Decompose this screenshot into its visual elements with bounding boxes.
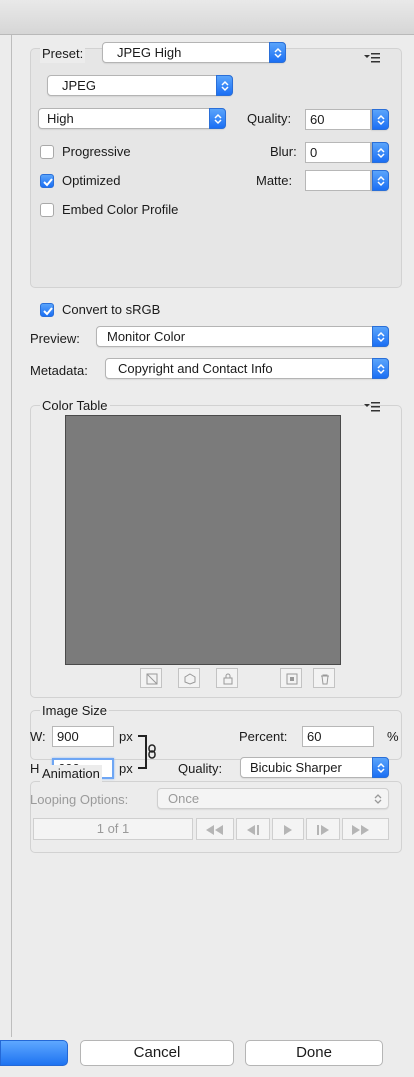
- lock-color-button[interactable]: [216, 668, 238, 688]
- rewind-icon: [206, 825, 223, 835]
- format-value: JPEG: [62, 78, 96, 93]
- preview-label: Preview:: [30, 331, 80, 346]
- web-shift-button[interactable]: [178, 668, 200, 688]
- chevron-up-down-icon: [216, 75, 233, 96]
- color-table-swatch: [65, 415, 341, 665]
- window-titlebar: [0, 0, 414, 35]
- color-table-title: Color Table: [40, 397, 110, 415]
- panel-menu-icon[interactable]: [364, 52, 380, 64]
- animation-title: Animation: [40, 765, 102, 783]
- delete-color-button[interactable]: [313, 668, 335, 688]
- primary-button[interactable]: [0, 1040, 68, 1066]
- checkmark-icon: [43, 178, 53, 187]
- width-label: W:: [30, 729, 46, 744]
- convert-srgb-label: Convert to sRGB: [62, 302, 161, 317]
- progressive-label: Progressive: [62, 144, 131, 159]
- chevron-up-down-icon: [209, 108, 226, 129]
- convert-srgb-checkbox[interactable]: [40, 303, 54, 317]
- play-button[interactable]: [272, 818, 304, 840]
- percent-label: Percent:: [239, 729, 288, 744]
- color-table-menu-icon[interactable]: [364, 401, 380, 413]
- embed-profile-checkbox[interactable]: [40, 203, 54, 217]
- blur-stepper[interactable]: [371, 142, 389, 163]
- metadata-select[interactable]: Copyright and Contact Info: [105, 358, 389, 379]
- transparency-icon: [146, 673, 158, 685]
- chevron-up-down-icon: [372, 326, 389, 347]
- image-size-title: Image Size: [40, 702, 110, 720]
- preview-value: Monitor Color: [107, 329, 186, 344]
- map-transparency-button[interactable]: [140, 668, 162, 688]
- metadata-label: Metadata:: [30, 363, 88, 378]
- width-unit: px: [119, 729, 133, 744]
- chevron-up-down-icon: [372, 358, 389, 379]
- looping-select[interactable]: Once: [157, 788, 389, 809]
- metadata-value: Copyright and Contact Info: [118, 361, 273, 376]
- new-color-button[interactable]: [280, 668, 302, 688]
- chevron-up-down-icon: [372, 757, 389, 778]
- quality-preset-value: High: [47, 111, 74, 126]
- quality-label: Quality:: [247, 111, 292, 126]
- looping-value: Once: [168, 791, 200, 806]
- percent-unit: %: [387, 729, 399, 744]
- height-unit: px: [119, 761, 133, 776]
- embed-profile-label: Embed Color Profile: [62, 202, 179, 217]
- panel-divider: [11, 35, 12, 1037]
- lock-icon: [223, 673, 233, 685]
- percent-field[interactable]: 60: [302, 726, 374, 747]
- resample-quality-select[interactable]: Bicubic Sharper: [240, 757, 389, 778]
- new-swatch-icon: [286, 673, 298, 685]
- resample-quality-label: Quality:: [178, 761, 223, 776]
- optimized-checkbox[interactable]: [40, 174, 54, 188]
- quality-stepper[interactable]: [371, 109, 389, 130]
- last-frame-button[interactable]: [342, 818, 389, 840]
- matte-select[interactable]: [371, 170, 389, 191]
- next-frame-button[interactable]: [306, 818, 340, 840]
- quality-field[interactable]: 60: [305, 109, 371, 130]
- done-button[interactable]: Done: [245, 1040, 383, 1066]
- preset-label: Preset:: [40, 45, 86, 63]
- previous-frame-button[interactable]: [236, 818, 270, 840]
- frame-counter-text: 1 of 1: [96, 821, 130, 836]
- chevron-up-down-icon: [374, 794, 382, 804]
- first-frame-button[interactable]: [196, 818, 234, 840]
- chevron-up-down-icon: [372, 109, 389, 130]
- fast-forward-icon: [352, 825, 369, 835]
- format-select[interactable]: JPEG: [47, 75, 233, 96]
- resample-quality-value: Bicubic Sharper: [250, 760, 342, 775]
- looping-label: Looping Options:: [30, 792, 129, 807]
- preview-select[interactable]: Monitor Color: [96, 326, 389, 347]
- constrain-proportions-link-icon[interactable]: [136, 734, 166, 770]
- play-icon: [284, 825, 292, 835]
- blur-field[interactable]: 0: [305, 142, 371, 163]
- width-field[interactable]: 900: [52, 726, 114, 747]
- blur-label: Blur:: [270, 144, 297, 159]
- checkmark-icon: [43, 307, 53, 316]
- preset-select[interactable]: JPEG High: [102, 42, 286, 63]
- progressive-checkbox[interactable]: [40, 145, 54, 159]
- cancel-button[interactable]: Cancel: [80, 1040, 234, 1066]
- chevron-up-down-icon: [269, 42, 286, 63]
- chevron-up-down-icon: [372, 142, 389, 163]
- optimized-label: Optimized: [62, 173, 121, 188]
- frame-counter: 1 of 1: [33, 818, 193, 840]
- trash-icon: [321, 674, 329, 685]
- chevron-up-down-icon: [372, 170, 389, 191]
- step-forward-icon: [317, 825, 329, 835]
- quality-preset-select[interactable]: High: [38, 108, 226, 129]
- matte-field[interactable]: [305, 170, 371, 191]
- matte-label: Matte:: [256, 173, 293, 188]
- cube-icon: [184, 673, 196, 685]
- preset-value: JPEG High: [117, 45, 182, 60]
- step-back-icon: [247, 825, 259, 835]
